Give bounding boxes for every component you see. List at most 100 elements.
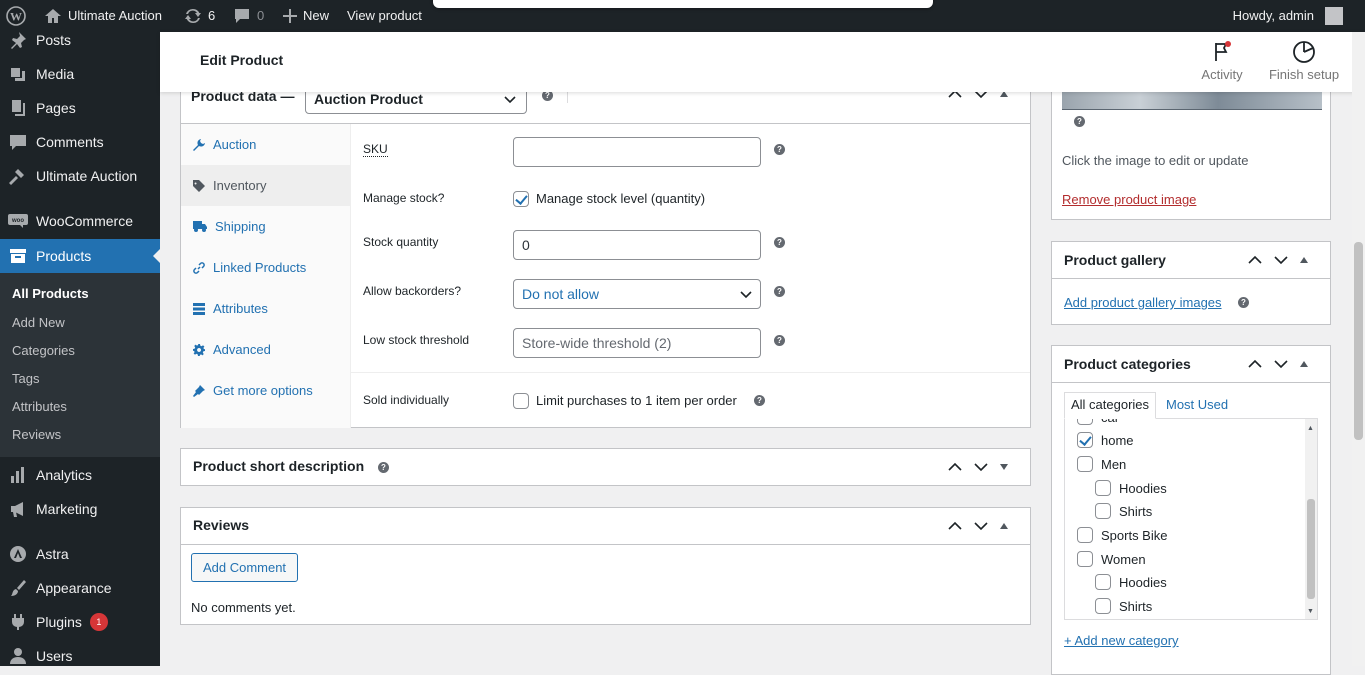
new-content-link[interactable]: New <box>283 0 329 32</box>
add-comment-button[interactable]: Add Comment <box>191 553 298 582</box>
manage-stock-checkbox[interactable] <box>513 191 529 207</box>
new-label: New <box>303 8 330 23</box>
category-checkbox[interactable] <box>1095 574 1111 590</box>
backorders-select[interactable]: Do not allow <box>513 279 761 309</box>
category-item[interactable]: home <box>1077 432 1134 448</box>
woocommerce-icon: woo <box>8 214 28 228</box>
stock-quantity-input[interactable]: 0 <box>513 230 761 260</box>
tab-get-more-options[interactable]: Get more options <box>181 370 351 411</box>
menu-item-users[interactable]: Users <box>0 639 160 666</box>
remove-product-image-link[interactable]: Remove product image <box>1062 192 1196 207</box>
category-item[interactable]: Men <box>1077 456 1126 472</box>
category-checkbox[interactable] <box>1095 598 1111 614</box>
submenu-add-new[interactable]: Add New <box>12 314 65 332</box>
checklist-scroll-thumb[interactable] <box>1307 499 1315 599</box>
move-up-icon[interactable] <box>1247 359 1263 369</box>
category-checklist[interactable]: car home Men Hoodies Shirts Sports Bike … <box>1064 418 1318 620</box>
move-down-icon[interactable] <box>973 521 989 531</box>
category-checkbox[interactable] <box>1077 551 1093 567</box>
menu-item-marketing[interactable]: Marketing <box>0 492 160 526</box>
astra-icon <box>10 546 26 562</box>
comment-bubble-icon <box>235 9 249 23</box>
menu-item-analytics[interactable]: Analytics <box>0 458 160 492</box>
scroll-up-arrow-icon[interactable]: ▲ <box>1307 425 1314 432</box>
menu-item-plugins[interactable]: Plugins 1 <box>0 605 160 639</box>
menu-label: Appearance <box>36 580 112 596</box>
category-item[interactable]: Hoodies <box>1095 574 1167 590</box>
category-item[interactable]: Women <box>1077 551 1146 567</box>
tab-most-used[interactable]: Most Used <box>1166 397 1228 412</box>
menu-item-pages[interactable]: Pages <box>0 91 160 125</box>
finish-setup-button[interactable]: Finish setup <box>1266 40 1342 82</box>
tab-attributes[interactable]: Attributes <box>181 288 351 329</box>
tab-linked-products[interactable]: Linked Products <box>181 247 351 288</box>
short-description-box: Product short description ? <box>180 448 1031 486</box>
collapse-toggle-icon[interactable] <box>999 522 1009 530</box>
category-item[interactable]: car <box>1077 419 1119 425</box>
menu-item-posts[interactable]: Posts <box>0 32 160 57</box>
sold-individually-checkbox-label: Limit purchases to 1 item per order <box>536 393 737 408</box>
category-checkbox[interactable] <box>1077 432 1093 448</box>
tab-shipping[interactable]: Shipping <box>181 206 351 247</box>
comments-link[interactable]: 0 <box>233 0 264 32</box>
category-label: Sports Bike <box>1101 527 1168 543</box>
sku-input[interactable] <box>513 137 761 167</box>
menu-item-appearance[interactable]: Appearance <box>0 571 160 605</box>
menu-label: Posts <box>36 32 72 48</box>
site-name: Ultimate Auction <box>68 8 162 23</box>
move-up-icon[interactable] <box>1247 255 1263 265</box>
tab-auction[interactable]: Auction <box>181 124 351 165</box>
wordpress-logo-icon[interactable]: W <box>6 0 26 32</box>
menu-item-woocommerce[interactable]: woo WooCommerce <box>0 204 160 238</box>
collapse-toggle-icon[interactable] <box>1299 360 1309 368</box>
page-scroll-thumb[interactable] <box>1354 242 1363 440</box>
expand-toggle-icon[interactable] <box>999 463 1009 471</box>
add-new-category-link[interactable]: + Add new category <box>1064 633 1179 648</box>
category-checkbox[interactable] <box>1077 456 1093 472</box>
menu-item-products[interactable]: Products <box>0 239 160 273</box>
tab-advanced[interactable]: Advanced <box>181 329 351 370</box>
avatar[interactable] <box>1325 7 1343 25</box>
category-item[interactable]: Hoodies <box>1095 480 1167 496</box>
category-checkbox[interactable] <box>1077 527 1093 543</box>
product-data-tabs: Auction Inventory Shipping Linked Produc… <box>181 124 351 428</box>
submenu-attributes[interactable]: Attributes <box>12 398 67 416</box>
page-scrollbar[interactable] <box>1352 32 1365 666</box>
move-up-icon[interactable] <box>947 521 963 531</box>
move-up-icon[interactable] <box>947 462 963 472</box>
menu-item-media[interactable]: Media <box>0 57 160 91</box>
box-controls <box>1247 255 1309 265</box>
activity-button[interactable]: Activity <box>1200 40 1244 82</box>
submenu-all-products[interactable]: All Products <box>12 285 89 303</box>
scroll-down-arrow-icon[interactable]: ▼ <box>1307 608 1314 615</box>
updates-link[interactable]: 6 <box>184 0 215 32</box>
category-label: Men <box>1101 456 1127 472</box>
sold-individually-checkbox[interactable] <box>513 393 529 409</box>
add-gallery-images-link[interactable]: Add product gallery images <box>1064 295 1222 310</box>
submenu-tags[interactable]: Tags <box>12 370 39 388</box>
category-item[interactable]: Shirts <box>1095 598 1152 614</box>
checklist-scrollbar[interactable]: ▲ ▼ <box>1305 419 1317 619</box>
menu-item-astra[interactable]: Astra <box>0 537 160 571</box>
users-icon <box>10 648 26 664</box>
move-down-icon[interactable] <box>1273 255 1289 265</box>
view-product-link[interactable]: View product <box>347 0 422 32</box>
truck-icon <box>193 221 207 232</box>
menu-item-comments[interactable]: Comments <box>0 125 160 159</box>
category-checkbox[interactable] <box>1095 503 1111 519</box>
move-down-icon[interactable] <box>973 462 989 472</box>
tab-inventory[interactable]: Inventory <box>181 165 351 206</box>
category-item[interactable]: Sports Bike <box>1077 527 1167 543</box>
move-down-icon[interactable] <box>1273 359 1289 369</box>
menu-item-ultimate-auction[interactable]: Ultimate Auction <box>0 159 160 193</box>
submenu-categories[interactable]: Categories <box>12 342 75 360</box>
tab-all-categories[interactable]: All categories <box>1064 392 1157 419</box>
category-item[interactable]: Shirts <box>1095 503 1152 519</box>
my-account-link[interactable]: Howdy, admin <box>1233 0 1314 32</box>
site-name-link[interactable]: Ultimate Auction <box>44 0 162 32</box>
category-checkbox[interactable] <box>1095 480 1111 496</box>
low-stock-label: Low stock threshold <box>363 333 470 347</box>
submenu-reviews[interactable]: Reviews <box>12 426 61 444</box>
low-stock-input[interactable]: Store-wide threshold (2) <box>513 328 761 358</box>
collapse-toggle-icon[interactable] <box>1299 256 1309 264</box>
